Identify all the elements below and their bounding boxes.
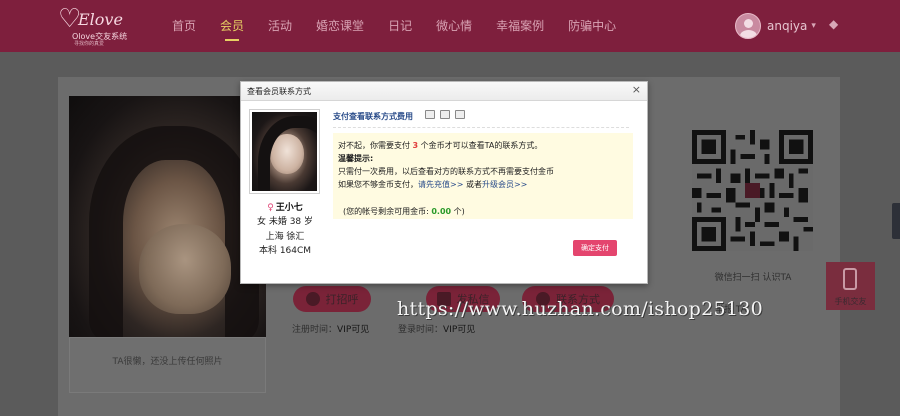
- nav-item-members[interactable]: 会员: [208, 0, 256, 52]
- coin-balance-post: 个): [451, 207, 465, 216]
- register-value: VIP可见: [337, 325, 370, 335]
- watermark-url: https://www.huzhan.com/ishop25130: [397, 298, 764, 320]
- coin-balance: (您的帐号剩余可用金币: 0.00 个): [343, 206, 465, 217]
- mobile-dating-label: 手机交友: [834, 297, 867, 306]
- site-logo[interactable]: ♡ Elove Olove交友系统 寻找你的真爱: [56, 4, 136, 47]
- register-time: 注册时间：VIP可见: [292, 322, 369, 335]
- mobile-phone-icon: [843, 268, 857, 290]
- username[interactable]: anqiya: [767, 19, 807, 33]
- dialog-title: 查看会员联系方式: [247, 87, 311, 96]
- member-photo: [252, 112, 317, 191]
- logo-brand: Elove: [78, 10, 123, 29]
- notice-cost-pre: 对不起，你需要支付: [338, 141, 413, 150]
- logo-tagline: 寻找你的真爱: [74, 41, 105, 47]
- mobile-icon: [440, 110, 450, 119]
- nav-item-anti-fraud[interactable]: 防骗中心: [556, 0, 628, 52]
- top-navbar: ♡ Elove Olove交友系统 寻找你的真爱 首页 会员 活动 婚恋课堂 日…: [0, 0, 900, 52]
- photo-face-shape: [139, 224, 231, 314]
- chat-icon: [305, 292, 320, 306]
- recharge-link[interactable]: 请先充值>>: [418, 180, 463, 189]
- coin-balance-pre: (您的帐号剩余可用金币:: [343, 207, 432, 216]
- greet-button[interactable]: 打招呼: [293, 286, 371, 312]
- notice-recharge-mid: 或者: [463, 180, 482, 189]
- avatar[interactable]: [735, 13, 761, 39]
- payment-notice: 对不起，你需要支付 3 个金币才可以查看TA的联系方式。 温馨提示: 只需付一次…: [333, 133, 633, 219]
- member-education-height: 本科 164CM: [258, 246, 312, 256]
- notice-recharge-pre: 如果您不够金币支付，: [338, 180, 418, 189]
- member-age: 女 未婚 38 岁: [256, 217, 314, 227]
- member-thumbnail[interactable]: [249, 109, 320, 194]
- upgrade-link[interactable]: 升级会员>>: [482, 180, 527, 189]
- notice-recharge: 如果您不够金币支付，请先充值>> 或者升级会员>>: [338, 179, 527, 190]
- notice-tip-text: 只需付一次费用，以后查看对方的联系方式不再需要支付金币: [338, 167, 554, 176]
- photo-caption: TA很懒，还没上传任何照片: [112, 357, 223, 367]
- contact-payment-dialog: 查看会员联系方式 × ♀ 王小七 女 未婚 38 岁 上海 徐汇 本科 164CM…: [240, 81, 648, 284]
- mobile-dating-tab[interactable]: 手机交友: [826, 262, 875, 310]
- notice-cost: 对不起，你需要支付 3 个金币才可以查看TA的联系方式。: [338, 140, 542, 151]
- qr-caption: 微信扫一扫 认识TA: [714, 273, 792, 283]
- female-icon: ♀: [267, 203, 274, 213]
- chevron-down-icon[interactable]: ▾: [811, 21, 816, 31]
- payment-section-title: 支付查看联系方式费用: [333, 112, 413, 121]
- profile-photo[interactable]: [69, 96, 266, 337]
- notice-tip-title: 温馨提示:: [338, 154, 374, 163]
- confirm-payment-button[interactable]: 确定支付: [573, 240, 617, 256]
- nav-item-classroom[interactable]: 婚恋课堂: [304, 0, 376, 52]
- coin-balance-value: 0.00: [431, 207, 452, 216]
- dialog-header: 查看会员联系方式 ×: [241, 82, 647, 101]
- section-divider: [333, 127, 629, 128]
- diamond-icon[interactable]: ◆: [829, 17, 838, 31]
- member-name-text: 王小七: [275, 203, 303, 213]
- main-nav: 首页 会员 活动 婚恋课堂 日记 微心情 幸福案例 防骗中心: [160, 0, 628, 52]
- login-value: VIP可见: [443, 325, 476, 335]
- notice-cost-post: 个金币才可以查看TA的联系方式。: [418, 141, 543, 150]
- nav-item-diary[interactable]: 日记: [376, 0, 424, 52]
- register-label: 注册时间：: [292, 325, 338, 335]
- nav-item-mood[interactable]: 微心情: [424, 0, 484, 52]
- greet-label: 打招呼: [325, 293, 359, 306]
- contact-type-icons: [425, 110, 470, 119]
- nav-item-cases[interactable]: 幸福案例: [484, 0, 556, 52]
- member-location: 上海 徐汇: [265, 232, 305, 242]
- nav-item-home[interactable]: 首页: [160, 0, 208, 52]
- wechat-qr-code: [692, 130, 813, 251]
- email-icon: [455, 110, 465, 119]
- id-card-icon: [425, 110, 435, 119]
- user-menu[interactable]: anqiya ▾: [735, 13, 816, 39]
- close-icon[interactable]: ×: [632, 84, 641, 96]
- login-label: 登录时间：: [398, 325, 444, 335]
- nav-item-events[interactable]: 活动: [256, 0, 304, 52]
- member-name: ♀ 王小七: [245, 200, 325, 213]
- side-scroll-handle[interactable]: [892, 203, 900, 239]
- login-time: 登录时间：VIP可见: [398, 322, 475, 335]
